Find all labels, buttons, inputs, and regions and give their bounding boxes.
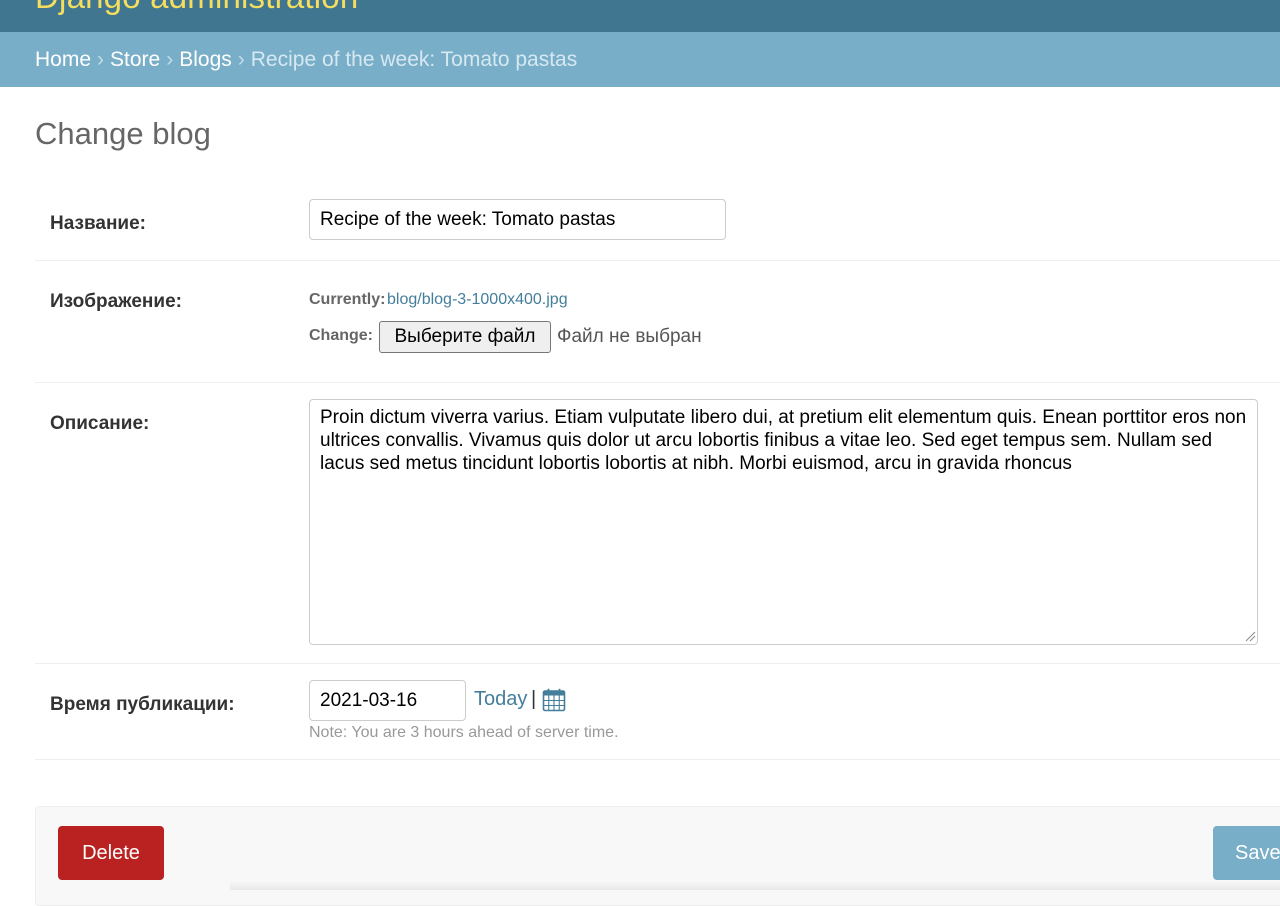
no-file-status: Файл не выбран — [557, 326, 702, 347]
form-row-image: Изображение: Currently: blog/blog-3-1000… — [35, 261, 1280, 383]
breadcrumb: Home › Store › Blogs › Recipe of the week: Tom… — [0, 32, 1280, 87]
today-link[interactable]: Today — [474, 688, 527, 711]
description-textarea[interactable]: Proin dictum viverra varius. Etiam vulpu… — [309, 399, 1258, 645]
form-row-name: Название: — [35, 180, 1280, 261]
timezone-note: Note: You are 3 hours ahead of server ti… — [309, 724, 619, 741]
name-input[interactable] — [309, 199, 726, 240]
save-button[interactable]: Save — [1213, 826, 1280, 880]
resize-handle-icon[interactable] — [1245, 631, 1256, 642]
breadcrumb-separator: › — [97, 48, 105, 71]
image-label: Изображение: — [50, 291, 182, 312]
pub-date-label: Время публикации: — [50, 694, 235, 715]
page-title: Change blog — [35, 116, 211, 151]
currently-label: Currently: — [309, 291, 386, 308]
site-name[interactable]: Django administration — [35, 0, 358, 16]
date-shortcut-separator: | — [531, 688, 537, 710]
breadcrumb-store[interactable]: Store — [110, 48, 160, 71]
calendar-icon[interactable] — [542, 688, 566, 712]
submit-row: Delete Save — [35, 806, 1280, 906]
form-row-pub-date: Время публикации: Today | Note: You are … — [35, 664, 1280, 760]
breadcrumb-separator: › — [237, 48, 245, 71]
form-row-description: Описание: Proin dictum viverra varius. E… — [35, 383, 1280, 664]
site-header: Django administration — [0, 0, 1280, 32]
current-file-link[interactable]: blog/blog-3-1000x400.jpg — [387, 291, 568, 309]
delete-button[interactable]: Delete — [58, 826, 164, 880]
breadcrumb-separator: › — [166, 48, 174, 71]
description-label: Описание: — [50, 413, 150, 434]
choose-file-button[interactable]: Выберите файл — [379, 321, 551, 353]
date-input[interactable] — [309, 680, 466, 721]
breadcrumb-home[interactable]: Home — [35, 48, 91, 71]
breadcrumb-current: Recipe of the week: Tomato pastas — [250, 48, 578, 71]
breadcrumb-blogs[interactable]: Blogs — [179, 48, 232, 71]
name-label: Название: — [50, 213, 147, 234]
change-label: Change: — [309, 327, 373, 344]
bottom-shadow — [230, 880, 1280, 890]
